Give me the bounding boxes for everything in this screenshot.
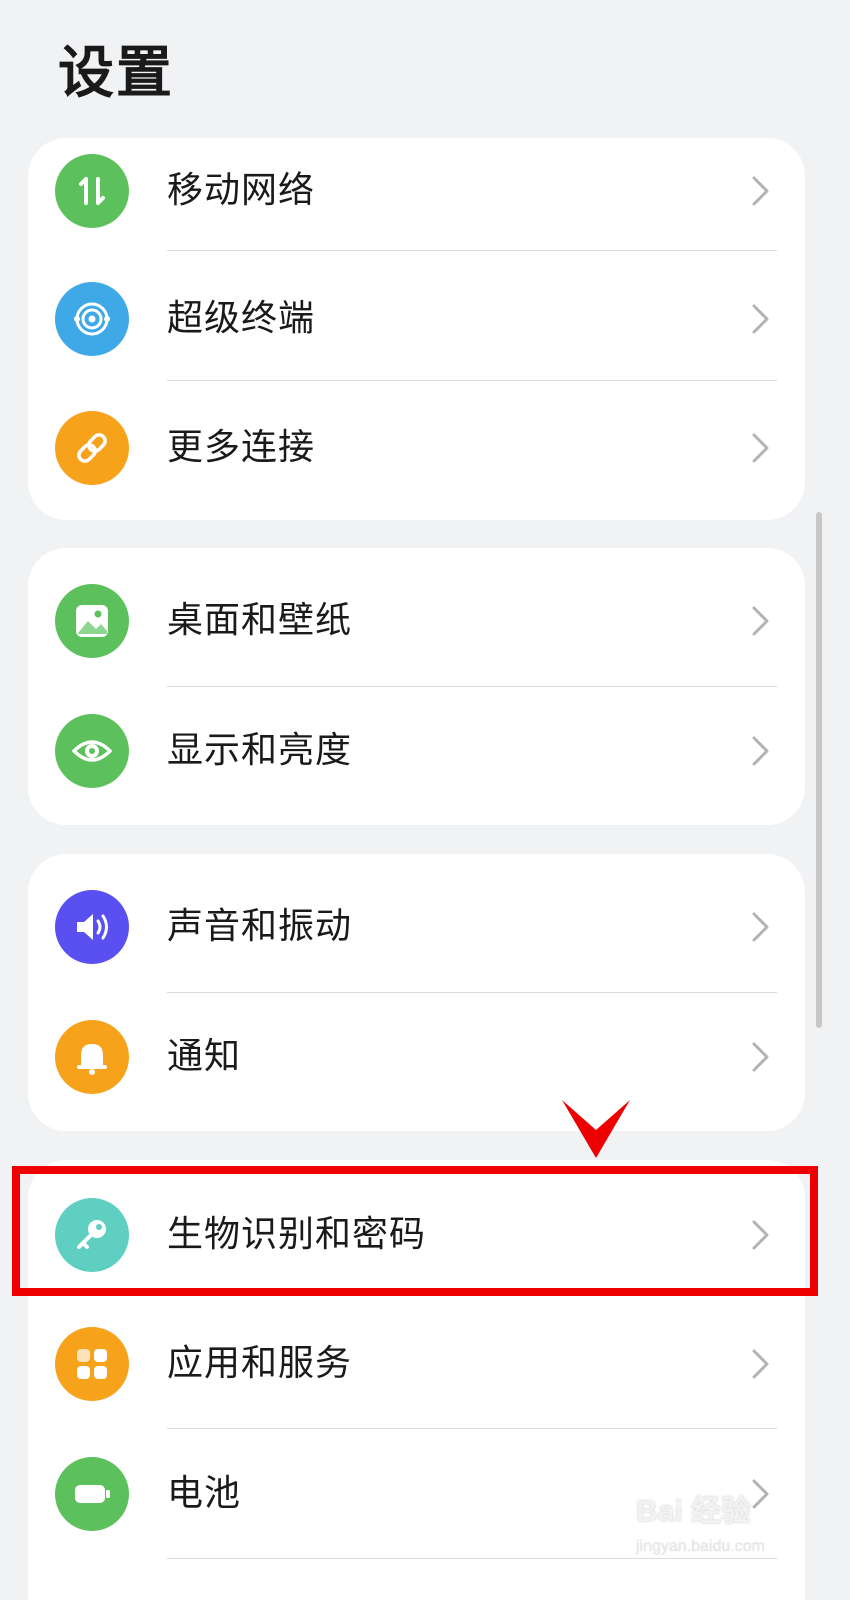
- highlight-annotation-box: [12, 1166, 818, 1296]
- settings-item-mobile-network[interactable]: 移动网络: [28, 126, 805, 256]
- chevron-right-icon: [752, 433, 769, 463]
- page-title: 设置: [58, 41, 174, 106]
- apps-icon: [55, 1327, 129, 1401]
- settings-item-super-device[interactable]: 超级终端: [28, 254, 805, 384]
- settings-item-apps-services[interactable]: 应用和服务: [28, 1299, 805, 1429]
- chevron-right-icon: [752, 1042, 769, 1072]
- settings-item-label: 电池: [167, 1473, 242, 1514]
- settings-item-display-brightness[interactable]: 显示和亮度: [28, 686, 805, 816]
- settings-group-sound: 声音和振动 通知: [28, 854, 805, 1131]
- watermark-url: jingyan.baidu.com: [636, 1538, 765, 1555]
- settings-item-label: 显示和亮度: [167, 730, 353, 771]
- chevron-right-icon: [752, 606, 769, 636]
- settings-item-label: 更多连接: [167, 427, 316, 468]
- settings-group-connectivity: 移动网络 超级终端 更多连接: [28, 138, 805, 520]
- battery-icon: [55, 1457, 129, 1531]
- settings-item-label: 超级终端: [167, 298, 316, 339]
- settings-item-more-connections[interactable]: 更多连接: [28, 383, 805, 513]
- settings-item-label: 桌面和壁纸: [167, 600, 353, 641]
- watermark: Bai 经验 jingyan.baidu.com: [622, 1478, 822, 1578]
- link-icon: [55, 411, 129, 485]
- settings-item-label: 应用和服务: [167, 1343, 353, 1384]
- settings-item-wallpaper[interactable]: 桌面和壁纸: [28, 556, 805, 686]
- eye-icon: [55, 714, 129, 788]
- chevron-right-icon: [752, 912, 769, 942]
- wallpaper-icon: [55, 584, 129, 658]
- settings-item-label: 通知: [167, 1036, 242, 1077]
- mobile-network-icon: [55, 154, 129, 228]
- settings-item-sound-vibration[interactable]: 声音和振动: [28, 862, 805, 992]
- settings-item-notifications[interactable]: 通知: [28, 992, 805, 1122]
- chevron-right-icon: [752, 176, 769, 206]
- chevron-right-icon: [752, 1349, 769, 1379]
- divider: [167, 380, 777, 381]
- super-device-icon: [55, 282, 129, 356]
- divider: [167, 250, 777, 251]
- chevron-right-icon: [752, 304, 769, 334]
- settings-item-label: 移动网络: [167, 170, 316, 211]
- watermark-brand: Bai 经验: [636, 1495, 752, 1528]
- chevron-right-icon: [752, 736, 769, 766]
- scrollbar[interactable]: [816, 512, 822, 1028]
- settings-item-label: 声音和振动: [167, 906, 353, 947]
- settings-group-display: 桌面和壁纸 显示和亮度: [28, 548, 805, 825]
- bell-icon: [55, 1020, 129, 1094]
- arrow-down-annotation-icon: [562, 1100, 630, 1158]
- speaker-icon: [55, 890, 129, 964]
